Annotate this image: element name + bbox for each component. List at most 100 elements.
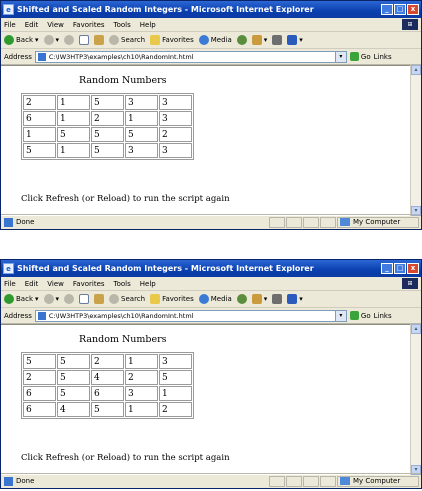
scroll-up-icon[interactable]: ▴ <box>411 65 421 75</box>
menu-favorites[interactable]: Favorites <box>73 280 105 288</box>
links-button[interactable]: Links <box>374 53 392 61</box>
forward-arrow-icon <box>43 35 54 45</box>
table-row: 6 1 2 1 3 <box>23 111 192 126</box>
menu-view[interactable]: View <box>47 280 64 288</box>
windows-logo-icon: ⊞ <box>402 19 418 30</box>
go-button[interactable]: Go <box>349 52 371 61</box>
mail-button[interactable]: ▾ <box>251 35 267 45</box>
menu-help[interactable]: Help <box>140 21 156 29</box>
menu-tools[interactable]: Tools <box>114 21 131 29</box>
go-arrow-icon <box>349 311 359 320</box>
vertical-scrollbar[interactable]: ▴ ▾ <box>410 324 421 475</box>
table-row: 5 5 2 1 3 <box>23 354 192 369</box>
print-button[interactable] <box>272 35 283 45</box>
table-cell: 5 <box>57 354 90 369</box>
browser-window-1: e Shifted and Scaled Random Integers - M… <box>0 0 422 230</box>
stop-icon <box>64 294 75 304</box>
mail-icon <box>251 35 262 45</box>
table-row: 2 1 5 3 3 <box>23 95 192 110</box>
minimize-button[interactable]: _ <box>381 263 393 274</box>
table-cell: 2 <box>125 370 158 385</box>
table-cell: 5 <box>91 95 124 110</box>
stop-button[interactable] <box>64 35 75 45</box>
close-button[interactable]: x <box>407 4 419 15</box>
back-button[interactable]: Back ▾ <box>4 294 39 304</box>
address-input[interactable]: C:\IW3HTP3\examples\ch10\RandomInt.html … <box>34 50 347 63</box>
history-button[interactable] <box>236 35 247 45</box>
menu-file[interactable]: File <box>4 280 16 288</box>
menu-edit[interactable]: Edit <box>25 21 39 29</box>
table-cell: 3 <box>159 354 192 369</box>
address-input[interactable]: C:\IW3HTP3\examples\ch10\RandomInt.html … <box>34 309 347 322</box>
refresh-button[interactable] <box>79 294 90 304</box>
status-bar: Done My Computer <box>1 473 421 488</box>
close-button[interactable]: x <box>407 263 419 274</box>
table-cell: 5 <box>57 127 90 142</box>
menu-bar: File Edit View Favorites Tools Help ⊞ <box>1 277 421 291</box>
edit-button[interactable]: ▾ <box>287 294 303 304</box>
security-zone: My Computer <box>337 216 419 228</box>
home-button[interactable] <box>94 294 105 304</box>
refresh-instruction: Click Refresh (or Reload) to run the scr… <box>21 453 230 463</box>
print-button[interactable] <box>272 294 283 304</box>
refresh-instruction: Click Refresh (or Reload) to run the scr… <box>21 194 230 204</box>
minimize-button[interactable]: _ <box>381 4 393 15</box>
search-button[interactable]: Search <box>109 294 145 304</box>
table-row: 5 1 5 3 3 <box>23 143 192 158</box>
history-button[interactable] <box>236 294 247 304</box>
windows-logo-icon: ⊞ <box>402 278 418 289</box>
chevron-down-icon[interactable]: ▾ <box>334 310 346 321</box>
favorites-button[interactable]: Favorites <box>150 294 194 304</box>
toolbar: Back ▾ ▾ Search Favorites Media ▾ ▾ <box>1 32 421 49</box>
status-pane <box>286 216 302 228</box>
table-cell: 5 <box>159 370 192 385</box>
table-cell: 2 <box>91 111 124 126</box>
address-label: Address <box>4 52 32 61</box>
back-arrow-icon <box>4 35 14 45</box>
edit-button[interactable]: ▾ <box>287 35 303 45</box>
address-value: C:\IW3HTP3\examples\ch10\RandomInt.html <box>48 52 194 61</box>
address-value: C:\IW3HTP3\examples\ch10\RandomInt.html <box>48 311 194 320</box>
address-bar: Address C:\IW3HTP3\examples\ch10\RandomI… <box>1 49 421 65</box>
chevron-down-icon[interactable]: ▾ <box>334 51 346 62</box>
menu-help[interactable]: Help <box>140 280 156 288</box>
menu-edit[interactable]: Edit <box>25 280 39 288</box>
refresh-icon <box>79 294 90 304</box>
vertical-scrollbar[interactable]: ▴ ▾ <box>410 65 421 216</box>
maximize-button[interactable]: □ <box>394 4 406 15</box>
search-button[interactable]: Search <box>109 35 145 45</box>
go-button[interactable]: Go <box>349 311 371 320</box>
menu-tools[interactable]: Tools <box>114 280 131 288</box>
refresh-icon <box>79 35 90 45</box>
links-button[interactable]: Links <box>374 312 392 320</box>
menu-bar: File Edit View Favorites Tools Help ⊞ <box>1 18 421 32</box>
mail-button[interactable]: ▾ <box>251 294 267 304</box>
stop-button[interactable] <box>64 294 75 304</box>
favorites-button[interactable]: Favorites <box>150 35 194 45</box>
refresh-button[interactable] <box>79 35 90 45</box>
random-numbers-table: 2 1 5 3 3 6 1 2 1 3 1 5 5 5 2 5 1 5 3 3 <box>21 93 194 160</box>
favorites-icon <box>150 35 161 45</box>
back-button[interactable]: Back ▾ <box>4 35 39 45</box>
media-button[interactable]: Media <box>198 294 232 304</box>
media-button[interactable]: Media <box>198 35 232 45</box>
menu-view[interactable]: View <box>47 21 64 29</box>
menu-file[interactable]: File <box>4 21 16 29</box>
forward-button[interactable]: ▾ <box>43 35 59 45</box>
table-row: 1 5 5 5 2 <box>23 127 192 142</box>
page-icon <box>37 311 46 320</box>
media-icon <box>198 294 209 304</box>
table-cell: 5 <box>91 127 124 142</box>
scroll-up-icon[interactable]: ▴ <box>411 324 421 334</box>
table-cell: 3 <box>159 111 192 126</box>
table-cell: 2 <box>23 370 56 385</box>
forward-button[interactable]: ▾ <box>43 294 59 304</box>
home-button[interactable] <box>94 35 105 45</box>
maximize-button[interactable]: □ <box>394 263 406 274</box>
table-cell: 2 <box>159 402 192 417</box>
status-pane <box>269 475 285 487</box>
table-cell: 1 <box>57 111 90 126</box>
menu-favorites[interactable]: Favorites <box>73 21 105 29</box>
table-cell: 6 <box>91 386 124 401</box>
back-arrow-icon <box>4 294 14 304</box>
